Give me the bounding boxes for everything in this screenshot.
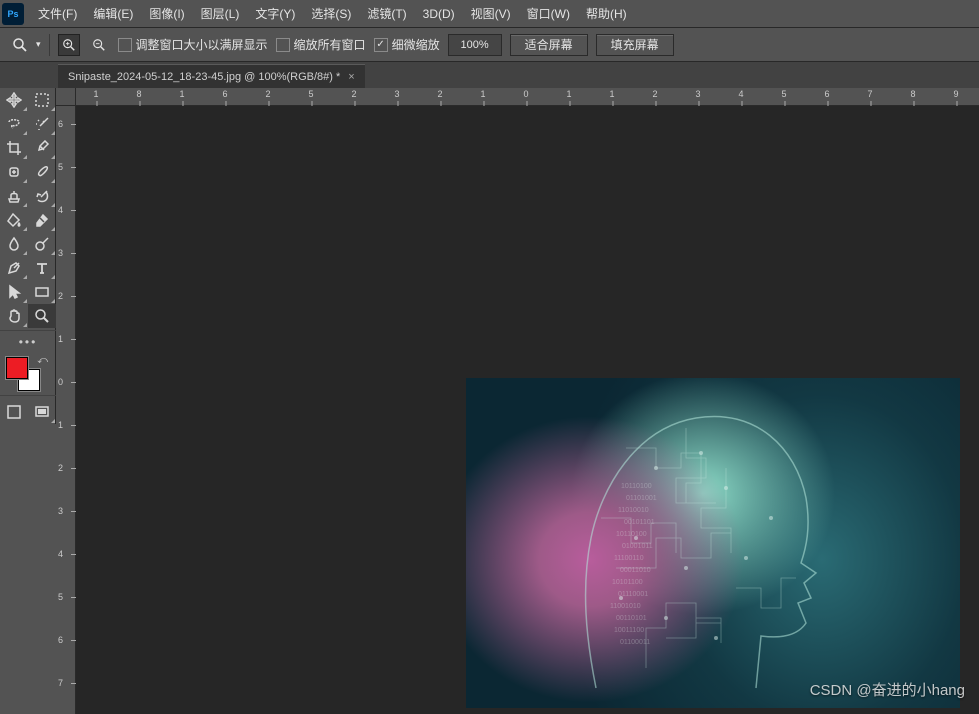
svg-text:01110001: 01110001: [618, 591, 648, 598]
resize-window-option[interactable]: 调整窗口大小以满屏显示: [118, 36, 268, 53]
separator: [49, 34, 50, 56]
svg-text:10110100: 10110100: [616, 531, 647, 538]
menu-view[interactable]: 视图(V): [463, 1, 519, 26]
blur-tool[interactable]: [0, 232, 28, 256]
move-tool[interactable]: [0, 88, 28, 112]
menu-bar: Ps 文件(F) 编辑(E) 图像(I) 图层(L) 文字(Y) 选择(S) 滤…: [0, 0, 979, 28]
zoom-all-option[interactable]: 缩放所有窗口: [276, 36, 366, 53]
edit-toolbar-icon[interactable]: •••: [0, 333, 56, 351]
zoom-tool[interactable]: [28, 304, 56, 328]
foreground-color[interactable]: [6, 357, 28, 379]
checkbox-icon[interactable]: [118, 38, 132, 52]
svg-text:01101001: 01101001: [626, 495, 657, 502]
paint-bucket-tool[interactable]: [0, 208, 28, 232]
screen-mode-icon[interactable]: [28, 400, 56, 424]
document-tab[interactable]: Snipaste_2024-05-12_18-23-45.jpg @ 100%(…: [58, 64, 365, 88]
lasso-tool[interactable]: [0, 112, 28, 136]
svg-text:10110100: 10110100: [621, 483, 652, 490]
menu-type[interactable]: 文字(Y): [247, 1, 303, 26]
svg-text:00101101: 00101101: [624, 519, 655, 526]
resize-window-label: 调整窗口大小以满屏显示: [136, 36, 268, 53]
svg-text:00011010: 00011010: [620, 567, 651, 574]
svg-text:10011100: 10011100: [614, 627, 644, 634]
dodge-tool[interactable]: [28, 232, 56, 256]
watermark: CSDN @奋进的小hang: [810, 679, 965, 700]
menu-edit[interactable]: 编辑(E): [85, 1, 141, 26]
svg-text:10101100: 10101100: [612, 579, 643, 586]
app-logo: Ps: [2, 3, 24, 25]
fit-screen-button[interactable]: 适合屏幕: [510, 34, 588, 56]
menu-help[interactable]: 帮助(H): [578, 1, 635, 26]
svg-text:01001011: 01001011: [622, 543, 653, 550]
quick-mask-icon[interactable]: [0, 400, 28, 424]
eyedropper-tool[interactable]: [28, 136, 56, 160]
fill-screen-button[interactable]: 填充屏幕: [596, 34, 674, 56]
color-swatches: ⤺: [4, 355, 56, 393]
canvas-area[interactable]: 10110100 01101001 11010010 00101101 10110100…: [76, 106, 979, 714]
zoom-tool-icon[interactable]: [8, 33, 32, 57]
horizontal-ruler[interactable]: 1816252321011234567891011: [76, 88, 979, 106]
svg-text:11100110: 11100110: [614, 555, 644, 562]
svg-text:11010010: 11010010: [618, 507, 649, 514]
svg-text:00110101: 00110101: [616, 615, 647, 622]
zoom-all-label: 缩放所有窗口: [294, 36, 366, 53]
zoom-in-button[interactable]: [58, 34, 80, 56]
type-tool[interactable]: [28, 256, 56, 280]
menu-image[interactable]: 图像(I): [141, 1, 192, 26]
options-bar: ▾ 调整窗口大小以满屏显示 缩放所有窗口 细微缩放 适合屏幕 填充屏幕: [0, 28, 979, 62]
brush-tool[interactable]: [28, 160, 56, 184]
vertical-ruler[interactable]: 65432101234567: [56, 106, 76, 714]
menu-select[interactable]: 选择(S): [303, 1, 359, 26]
svg-text:11001010: 11001010: [610, 603, 641, 610]
magic-wand-tool[interactable]: [28, 112, 56, 136]
marquee-tool[interactable]: [28, 88, 56, 112]
separator: [0, 330, 56, 331]
eraser-tool[interactable]: [28, 208, 56, 232]
zoom-level-input[interactable]: [448, 34, 502, 56]
history-brush-tool[interactable]: [28, 184, 56, 208]
menu-file[interactable]: 文件(F): [30, 1, 85, 26]
swap-colors-icon[interactable]: ⤺: [37, 355, 48, 366]
tool-preset-dropdown-icon[interactable]: ▾: [36, 39, 41, 50]
crop-tool[interactable]: [0, 136, 28, 160]
menu-layer[interactable]: 图层(L): [193, 1, 248, 26]
scrubby-zoom-option[interactable]: 细微缩放: [374, 36, 440, 53]
hand-tool[interactable]: [0, 304, 28, 328]
scrubby-zoom-label: 细微缩放: [392, 36, 440, 53]
document-tab-title: Snipaste_2024-05-12_18-23-45.jpg @ 100%(…: [68, 71, 340, 83]
menu-3d[interactable]: 3D(D): [415, 3, 463, 25]
document-tab-bar: Snipaste_2024-05-12_18-23-45.jpg @ 100%(…: [0, 62, 979, 88]
menu-window[interactable]: 窗口(W): [519, 1, 578, 26]
clone-stamp-tool[interactable]: [0, 184, 28, 208]
ruler-origin[interactable]: [56, 88, 76, 106]
svg-text:01100011: 01100011: [620, 639, 650, 646]
checkbox-icon[interactable]: [276, 38, 290, 52]
healing-brush-tool[interactable]: [0, 160, 28, 184]
path-selection-tool[interactable]: [0, 280, 28, 304]
toolbox: ••• ⤺: [0, 88, 56, 424]
pen-tool[interactable]: [0, 256, 28, 280]
rectangle-tool[interactable]: [28, 280, 56, 304]
close-icon[interactable]: ×: [348, 71, 354, 83]
image-content: 10110100 01101001 11010010 00101101 10110100…: [466, 378, 960, 708]
separator: [0, 395, 56, 396]
zoom-out-button[interactable]: [88, 34, 110, 56]
menu-filter[interactable]: 滤镜(T): [359, 1, 414, 26]
workspace: 1816252321011234567891011 65432101234567…: [56, 88, 979, 714]
checkbox-checked-icon[interactable]: [374, 38, 388, 52]
